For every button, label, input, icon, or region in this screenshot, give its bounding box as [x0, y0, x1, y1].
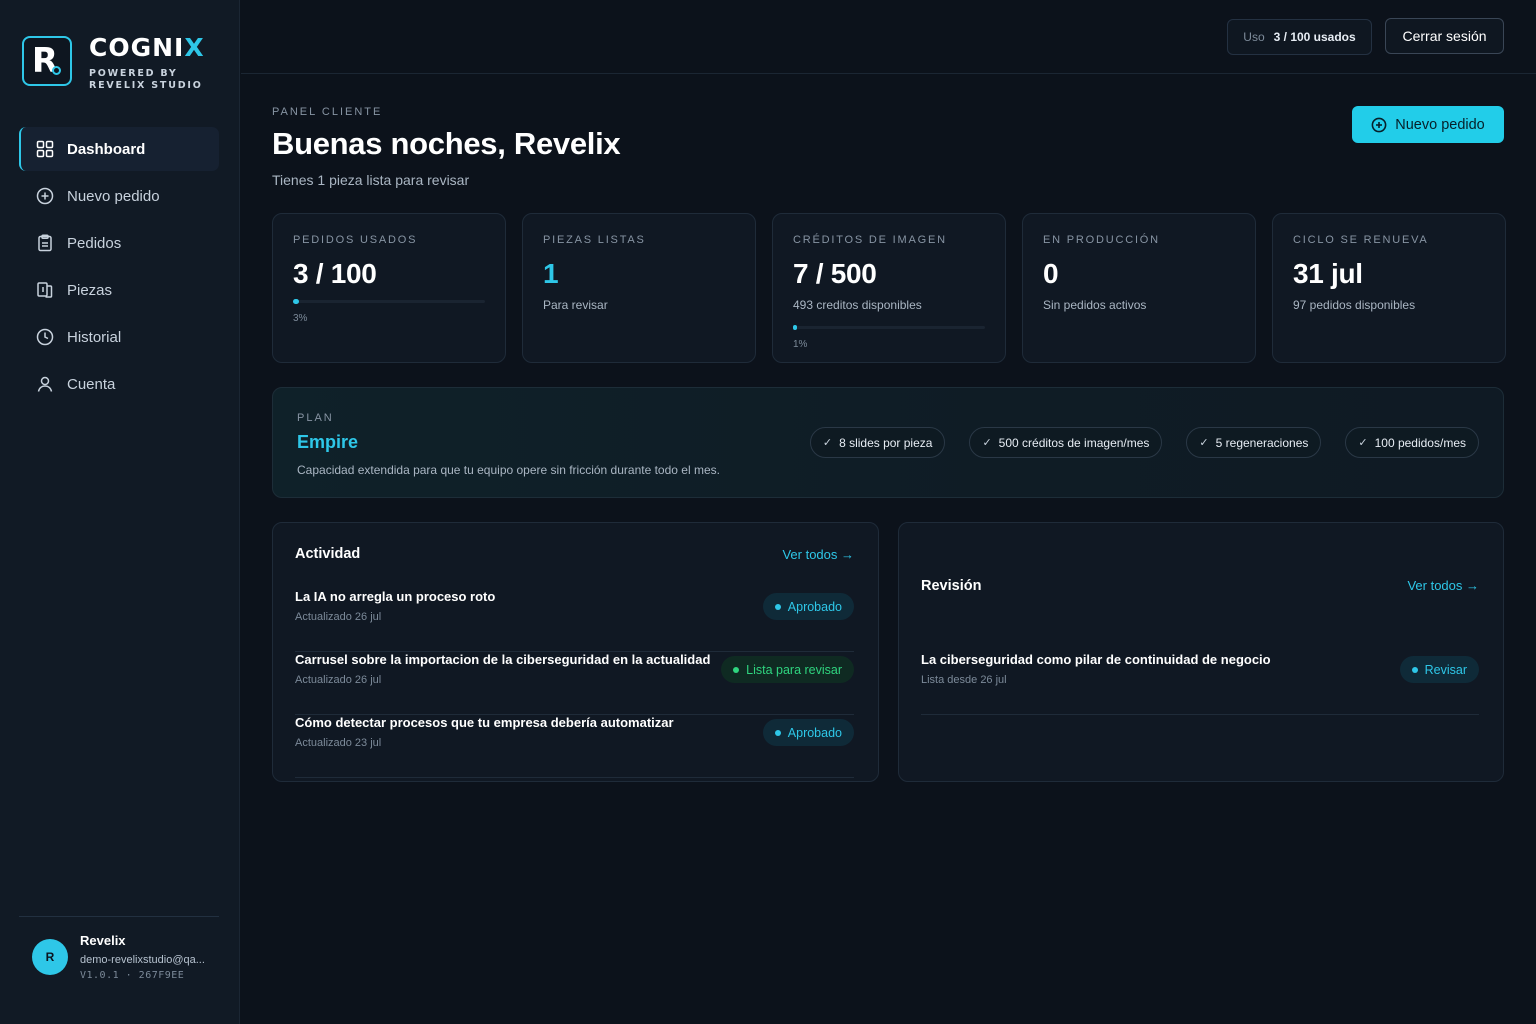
plus-circle-icon	[36, 187, 54, 205]
sidebar-item-pedidos[interactable]: Pedidos	[19, 221, 219, 265]
brand-subtitle: POWERED BY REVELIX STUDIO	[89, 67, 203, 91]
user-icon	[36, 375, 54, 393]
user-email: demo-revelixstudio@qa...	[80, 954, 205, 966]
topbar: Uso 3 / 100 usados Cerrar sesión	[241, 0, 1536, 74]
plan-eyebrow: PLAN	[297, 412, 334, 424]
row-title: Carrusel sobre la importacion de la cibe…	[295, 652, 711, 667]
status-badge: Lista para revisar	[721, 656, 854, 683]
review-panel: Revisión Ver todos → La ciberseguridad c…	[898, 522, 1504, 782]
row-title: La ciberseguridad como pilar de continui…	[921, 652, 1271, 667]
sidebar-item-historial[interactable]: Historial	[19, 315, 219, 359]
page-subtitle: Tienes 1 pieza lista para revisar	[272, 172, 470, 188]
user-profile[interactable]: R Revelix demo-revelixstudio@qa... V1.0.…	[19, 916, 219, 981]
review-see-all-link[interactable]: Ver todos →	[1407, 578, 1479, 593]
sidebar-item-cuenta[interactable]: Cuenta	[19, 362, 219, 406]
brand-name: COGNIX	[89, 33, 205, 62]
sidebar-item-nuevo-pedido[interactable]: Nuevo pedido	[19, 174, 219, 218]
sidebar-item-label: Dashboard	[67, 140, 146, 158]
progress-bar	[793, 325, 985, 330]
row-subtitle: Actualizado 26 jul	[295, 674, 382, 686]
plan-description: Capacidad extendida para que tu equipo o…	[297, 463, 720, 477]
row-subtitle: Actualizado 23 jul	[295, 737, 382, 749]
grid-icon	[36, 140, 54, 158]
progress-percent: 1%	[793, 339, 808, 350]
stat-value: 7 / 500	[793, 258, 877, 289]
sidebar-item-label: Cuenta	[67, 375, 116, 393]
check-icon: ✓	[1358, 437, 1368, 449]
stat-value: 3 / 100	[293, 258, 377, 289]
activity-title: Actividad	[295, 546, 361, 562]
progress-bar	[293, 299, 485, 304]
row-title: La IA no arregla un proceso roto	[295, 589, 496, 604]
stat-label: PIEZAS LISTAS	[543, 234, 646, 246]
row-title: Cómo detectar procesos que tu empresa de…	[295, 715, 674, 730]
stat-note: Para revisar	[543, 298, 608, 312]
feature-pill: ✓ 500 créditos de imagen/mes	[969, 427, 1163, 458]
usage-value: 3 / 100 usados	[1273, 30, 1356, 44]
app-version: V1.0.1 · 267F9EE	[80, 970, 185, 981]
sidebar-item-label: Piezas	[67, 281, 113, 299]
page-eyebrow: PANEL CLIENTE	[272, 106, 383, 118]
clipboard-icon	[36, 234, 54, 252]
sidebar: R COGNIX POWERED BY REVELIX STUDIO Dashb…	[0, 0, 240, 1024]
activity-row[interactable]: Cómo detectar procesos que tu empresa de…	[295, 715, 854, 778]
review-title: Revisión	[921, 578, 982, 594]
check-icon: ✓	[822, 437, 833, 449]
logout-button[interactable]: Cerrar sesión	[1385, 18, 1504, 54]
status-badge: Aprobado	[762, 593, 854, 620]
review-button[interactable]: Revisar	[1399, 656, 1479, 683]
feature-pill: ✓ 5 regeneraciones	[1186, 427, 1322, 458]
stat-note: Sin pedidos activos	[1043, 298, 1147, 312]
activity-see-all-link[interactable]: Ver todos →	[782, 547, 854, 562]
activity-panel: Actividad Ver todos → La IA no arregla u…	[272, 522, 879, 782]
sidebar-item-label: Historial	[67, 328, 122, 346]
new-order-label: Nuevo pedido	[1395, 116, 1485, 133]
review-row[interactable]: La ciberseguridad como pilar de continui…	[921, 652, 1479, 715]
feature-pill: ✓ 8 slides por pieza	[809, 427, 946, 458]
sidebar-item-piezas[interactable]: Piezas	[19, 268, 219, 312]
stat-value: 1	[543, 258, 559, 289]
stat-card-piezas-listas: PIEZAS LISTAS 1 Para revisar	[522, 213, 756, 363]
stat-card-en-produccion: EN PRODUCCIÓN 0 Sin pedidos activos	[1022, 213, 1256, 363]
plus-circle-icon	[1371, 117, 1387, 132]
row-subtitle: Actualizado 26 jul	[295, 611, 382, 623]
stat-note: 493 creditos disponibles	[793, 298, 922, 312]
sidebar-item-dashboard[interactable]: Dashboard	[19, 127, 219, 171]
plan-card: PLAN Empire Capacidad extendida para que…	[272, 387, 1504, 498]
stat-card-ciclo-renueva: CICLO SE RENUEVA 31 jul 97 pedidos dispo…	[1272, 213, 1506, 363]
stat-label: CICLO SE RENUEVA	[1293, 234, 1429, 246]
page-title: Buenas noches, Revelix	[272, 126, 621, 161]
clock-icon	[36, 328, 54, 346]
sidebar-nav: Dashboard Nuevo pedido Pedidos Piezas Hi…	[19, 127, 219, 409]
usage-indicator: Uso 3 / 100 usados	[1227, 19, 1372, 55]
stats-row: PEDIDOS USADOS 3 / 100 3% PIEZAS LISTAS …	[272, 213, 1506, 363]
user-name: Revelix	[80, 933, 126, 948]
status-badge: Aprobado	[762, 719, 854, 746]
brand[interactable]: R COGNIX POWERED BY REVELIX STUDIO	[22, 33, 209, 92]
progress-percent: 3%	[293, 313, 308, 324]
activity-row[interactable]: Carrusel sobre la importacion de la cibe…	[295, 652, 854, 715]
sidebar-item-label: Nuevo pedido	[67, 187, 160, 205]
stat-card-creditos-imagen: CRÉDITOS DE IMAGEN 7 / 500 493 creditos …	[772, 213, 1006, 363]
row-subtitle: Lista desde 26 jul	[921, 674, 1007, 686]
stat-label: CRÉDITOS DE IMAGEN	[793, 234, 947, 246]
avatar: R	[32, 939, 68, 975]
sidebar-item-label: Pedidos	[67, 234, 122, 252]
new-order-button[interactable]: Nuevo pedido	[1352, 106, 1504, 143]
plan-features: ✓ 8 slides por pieza ✓ 500 créditos de ima…	[786, 427, 1479, 458]
stat-label: PEDIDOS USADOS	[293, 234, 418, 246]
usage-label: Uso	[1243, 30, 1265, 44]
stat-card-pedidos-usados: PEDIDOS USADOS 3 / 100 3%	[272, 213, 506, 363]
activity-row[interactable]: La IA no arregla un proceso roto Actuali…	[295, 589, 854, 652]
stat-value: 31 jul	[1293, 258, 1363, 289]
plan-name: Empire	[297, 432, 359, 452]
check-icon: ✓	[1199, 437, 1209, 449]
check-icon: ✓	[982, 437, 992, 449]
stat-label: EN PRODUCCIÓN	[1043, 234, 1160, 246]
logo-icon: R	[22, 36, 72, 86]
files-icon	[36, 281, 54, 299]
feature-pill: ✓ 100 pedidos/mes	[1345, 427, 1479, 458]
stat-value: 0	[1043, 258, 1059, 289]
stat-note: 97 pedidos disponibles	[1293, 298, 1416, 312]
